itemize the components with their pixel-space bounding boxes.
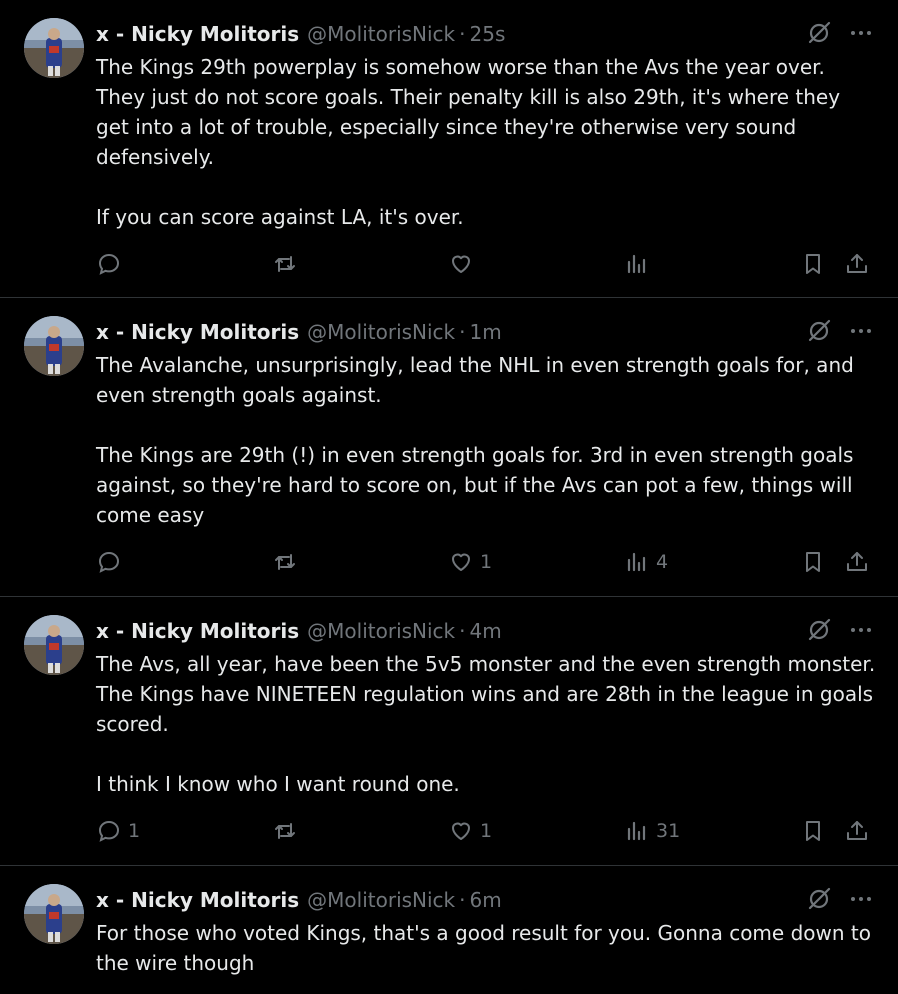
author-handle[interactable]: @MolitorisNick	[307, 619, 455, 643]
like-button[interactable]: 1	[448, 816, 492, 846]
bookmark-button[interactable]	[800, 249, 826, 279]
views-count: 4	[656, 551, 669, 573]
author-name[interactable]: x - Nicky Molitoris	[96, 320, 299, 344]
tweet-paragraph: The Kings 29th powerplay is somehow wors…	[96, 55, 841, 169]
avatar[interactable]	[24, 884, 84, 944]
tweet-paragraph: If you can score against LA, it's over.	[96, 205, 464, 229]
repost-icon	[275, 823, 295, 839]
share-button[interactable]	[844, 249, 870, 279]
tweet-header: x - Nicky Molitoris @MolitorisNick · 25s	[96, 21, 898, 47]
tweet[interactable]: x - Nicky Molitoris @MolitorisNick · 6m …	[0, 866, 898, 994]
share-icon	[847, 552, 867, 571]
like-icon	[452, 553, 470, 571]
like-icon	[452, 255, 470, 273]
like-button[interactable]	[448, 249, 480, 279]
tweet-text: The Avalanche, unsurprisingly, lead the …	[96, 350, 876, 530]
more-icon[interactable]	[848, 617, 874, 643]
author-handle[interactable]: @MolitorisNick	[307, 320, 455, 344]
reply-icon	[98, 551, 120, 573]
author-name[interactable]: x - Nicky Molitoris	[96, 22, 299, 46]
tweet-text: For those who voted Kings, that's a good…	[96, 918, 876, 978]
views-icon	[627, 254, 646, 274]
tweet-text: The Avs, all year, have been the 5v5 mon…	[96, 649, 876, 799]
tweet[interactable]: x - Nicky Molitoris @MolitorisNick · 1m …	[0, 298, 898, 597]
like-count: 1	[480, 820, 493, 842]
like-count: 1	[480, 551, 493, 573]
bookmark-icon	[806, 552, 820, 572]
views-button[interactable]: 31	[624, 816, 680, 846]
repost-icon	[275, 554, 295, 570]
timestamp[interactable]: 6m	[470, 888, 502, 912]
separator: ·	[459, 22, 466, 46]
separator: ·	[459, 888, 466, 912]
bookmark-icon	[806, 821, 820, 841]
tweet[interactable]: x - Nicky Molitoris @MolitorisNick · 25s…	[0, 0, 898, 298]
like-button[interactable]: 1	[448, 547, 492, 577]
reply-button[interactable]: 1	[96, 816, 140, 846]
tweet-paragraph: For those who voted Kings, that's a good…	[96, 921, 871, 975]
views-icon	[627, 821, 646, 841]
author-name[interactable]: x - Nicky Molitoris	[96, 888, 299, 912]
tweet-header: x - Nicky Molitoris @MolitorisNick · 1m	[96, 319, 898, 345]
tweet[interactable]: x - Nicky Molitoris @MolitorisNick · 4m …	[0, 597, 898, 866]
bookmark-button[interactable]	[800, 816, 826, 846]
bookmark-icon	[806, 254, 820, 274]
tweet-paragraph: The Kings are 29th (!) in even strength …	[96, 443, 854, 527]
action-bar: 1 4	[96, 547, 874, 577]
reply-button[interactable]	[96, 249, 128, 279]
repost-icon	[275, 256, 295, 272]
share-button[interactable]	[844, 547, 870, 577]
tweet-paragraph: The Avalanche, unsurprisingly, lead the …	[96, 353, 854, 407]
tweet-paragraph: I think I know who I want round one.	[96, 772, 460, 796]
author-handle[interactable]: @MolitorisNick	[307, 22, 455, 46]
avatar[interactable]	[24, 316, 84, 376]
repost-button[interactable]	[272, 547, 304, 577]
timestamp[interactable]: 4m	[470, 619, 502, 643]
like-icon	[452, 822, 470, 840]
tweet-paragraph: The Avs, all year, have been the 5v5 mon…	[96, 652, 876, 736]
reply-button[interactable]	[96, 547, 128, 577]
share-icon	[847, 821, 867, 840]
action-bar: 1 1 31	[96, 816, 874, 846]
timeline-feed: x - Nicky Molitoris @MolitorisNick · 25s…	[0, 0, 898, 994]
views-count: 31	[656, 820, 681, 842]
tweet-header: x - Nicky Molitoris @MolitorisNick · 6m	[96, 887, 898, 913]
grok-icon[interactable]	[806, 886, 832, 912]
timestamp[interactable]: 1m	[470, 320, 502, 344]
tweet-header: x - Nicky Molitoris @MolitorisNick · 4m	[96, 618, 898, 644]
share-icon	[847, 254, 867, 273]
more-icon[interactable]	[848, 886, 874, 912]
views-button[interactable]	[624, 249, 656, 279]
tweet-text: The Kings 29th powerplay is somehow wors…	[96, 52, 876, 232]
repost-button[interactable]	[272, 249, 304, 279]
avatar[interactable]	[24, 18, 84, 78]
timestamp[interactable]: 25s	[470, 22, 506, 46]
more-icon[interactable]	[848, 20, 874, 46]
repost-button[interactable]	[272, 816, 304, 846]
author-name[interactable]: x - Nicky Molitoris	[96, 619, 299, 643]
reply-icon	[98, 253, 120, 275]
separator: ·	[459, 619, 466, 643]
reply-icon	[98, 820, 120, 842]
views-button[interactable]: 4	[624, 547, 668, 577]
share-button[interactable]	[844, 816, 870, 846]
grok-icon[interactable]	[806, 617, 832, 643]
grok-icon[interactable]	[806, 318, 832, 344]
avatar[interactable]	[24, 615, 84, 675]
more-icon[interactable]	[848, 318, 874, 344]
reply-count: 1	[128, 820, 141, 842]
action-bar	[96, 249, 874, 279]
bookmark-button[interactable]	[800, 547, 826, 577]
separator: ·	[459, 320, 466, 344]
views-icon	[627, 552, 646, 572]
author-handle[interactable]: @MolitorisNick	[307, 888, 455, 912]
grok-icon[interactable]	[806, 20, 832, 46]
